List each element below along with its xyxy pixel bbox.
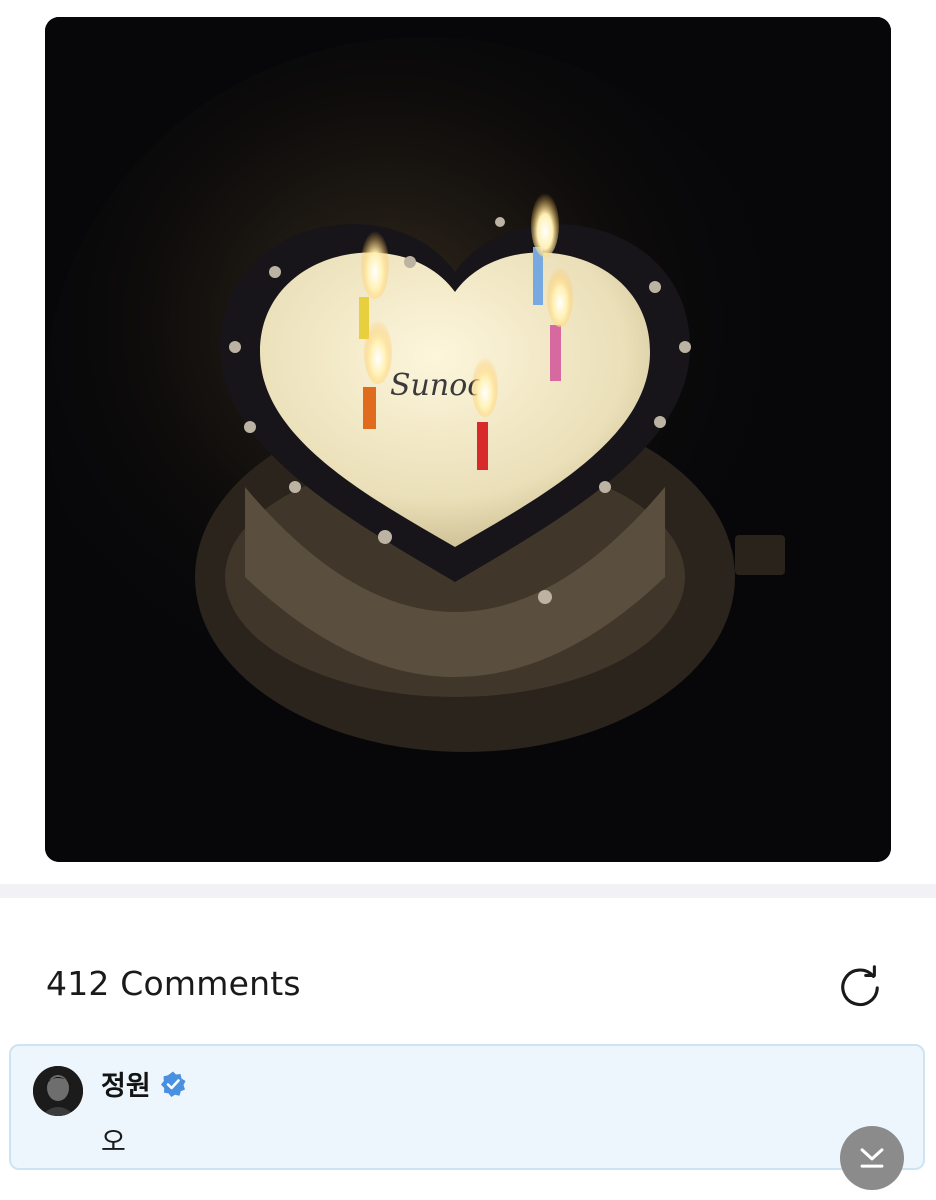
cake-illustration: Sunoo — [45, 17, 891, 862]
comment-item[interactable]: 정원 오 — [9, 1044, 925, 1170]
chevron-down-to-bottom-icon — [860, 1148, 884, 1168]
avatar[interactable] — [33, 1066, 83, 1116]
section-divider — [0, 884, 936, 898]
comment-author-name[interactable]: 정원 — [101, 1064, 151, 1103]
comment-text: 오 — [101, 1127, 126, 1158]
refresh-icon — [841, 965, 879, 1007]
verified-badge-icon — [160, 1071, 186, 1097]
post-page: Sunoo 412 Comments 정원 오 — [0, 0, 936, 1200]
scroll-to-bottom-button[interactable] — [840, 1126, 904, 1190]
comments-count: 412 Comments — [46, 964, 301, 1003]
avatar-image — [33, 1066, 83, 1116]
post-photo[interactable]: Sunoo — [45, 17, 891, 862]
comments-header: 412 Comments — [0, 898, 936, 1044]
refresh-button[interactable] — [834, 960, 886, 1012]
cake-writing: Sunoo — [390, 368, 485, 403]
comment-author-row: 정원 — [101, 1064, 187, 1103]
